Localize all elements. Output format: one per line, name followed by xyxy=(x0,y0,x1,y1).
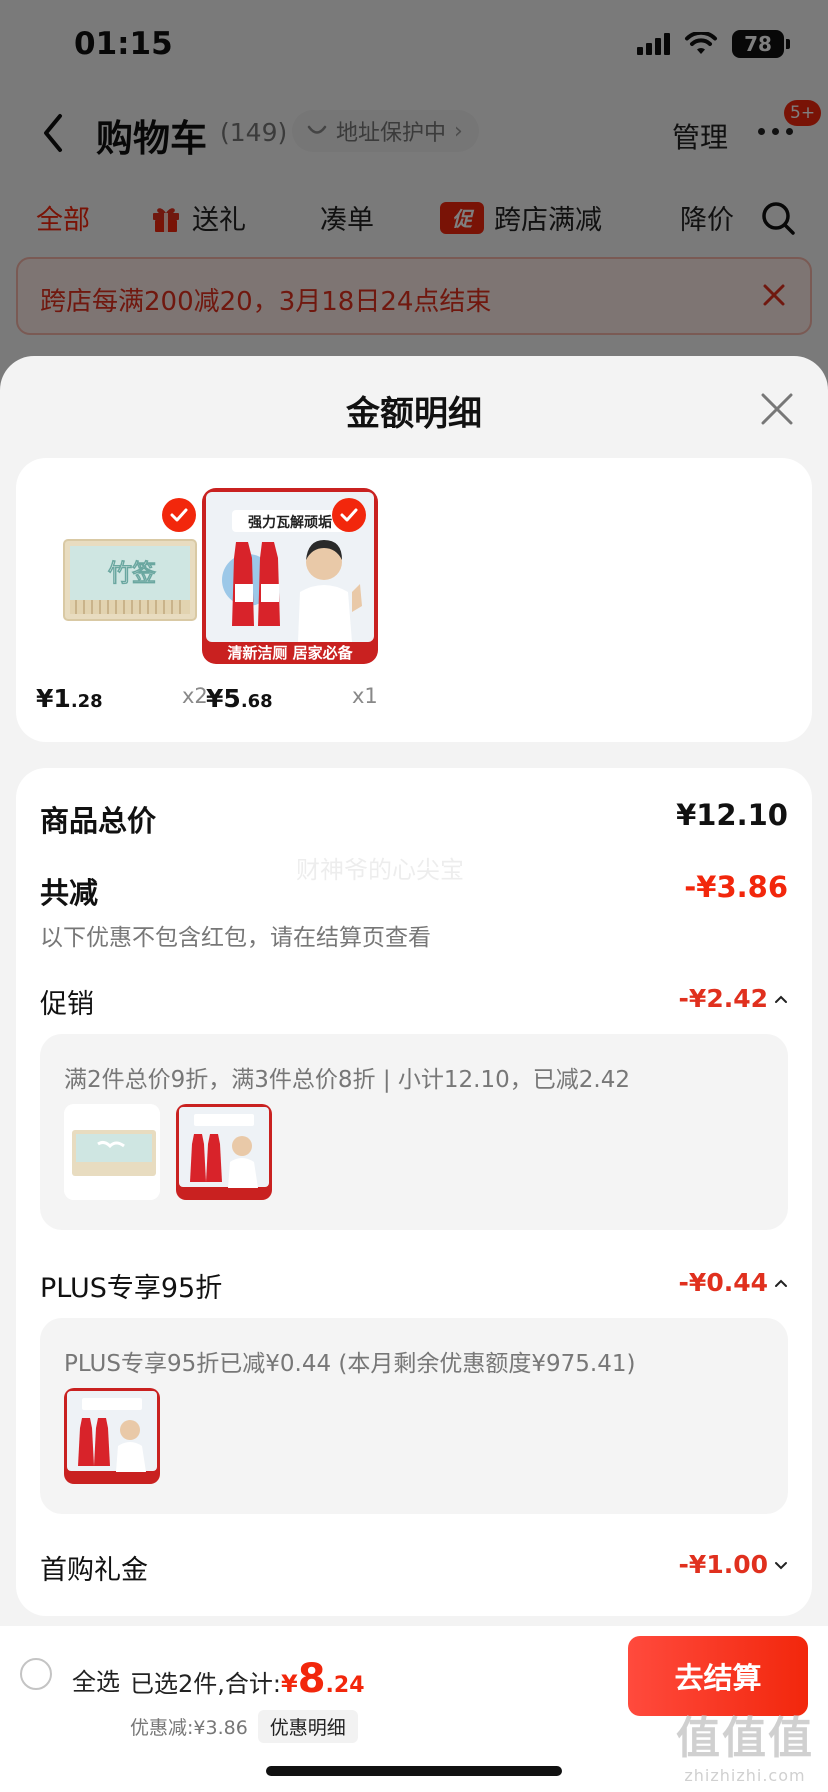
first-purchase-label: 首购礼金 xyxy=(40,1555,148,1586)
svg-text:强力瓦解顽垢: 强力瓦解顽垢 xyxy=(248,514,332,531)
discount-note: 以下优惠不包含红包，请在结算页查看 xyxy=(40,925,431,951)
sheet-title: 金额明细 xyxy=(346,394,482,434)
promotion-detail-text: 满2件总价9折，满3件总价8折 | 小计12.10，已减2.42 xyxy=(64,1067,630,1093)
discount-detail-button[interactable]: 优惠明细 xyxy=(257,1710,358,1743)
watermark-text: 财神爷的心尖宝 xyxy=(296,856,464,884)
corner-watermark: 值值值 zhizhizhi.com xyxy=(676,1713,814,1785)
discount-line: 优惠减:¥3.86 优惠明细 xyxy=(130,1710,358,1743)
subtotal-label: 商品总价 xyxy=(40,804,157,838)
plus-detail-text: PLUS专享95折已减¥0.44 (本月剩余优惠额度¥975.41) xyxy=(64,1351,636,1377)
selected-count-text: 已选2件,合计: xyxy=(130,1670,281,1698)
close-icon[interactable] xyxy=(760,392,794,426)
first-purchase-toggle[interactable]: -¥1.00 xyxy=(679,1550,788,1579)
chevron-up-icon xyxy=(775,995,787,1003)
promotion-value: -¥2.42 xyxy=(678,984,768,1013)
chevron-down-icon xyxy=(775,1561,787,1569)
plus-discount-label: PLUS专享95折 xyxy=(40,1273,223,1304)
plus-discount-value: -¥0.44 xyxy=(678,1268,768,1297)
total-discount-label: 共减 xyxy=(40,876,99,910)
discount-text: 优惠减:¥3.86 xyxy=(130,1717,248,1739)
select-all-radio[interactable] xyxy=(20,1658,52,1690)
svg-text:竹签: 竹签 xyxy=(107,559,157,587)
checkout-bar: 全选 已选2件,合计: ¥8.24 优惠减:¥3.86 优惠明细 去结算 值值值… xyxy=(0,1626,828,1792)
home-indicator[interactable] xyxy=(266,1766,562,1776)
product-quantity: x2 xyxy=(182,684,208,708)
select-all-label[interactable]: 全选 xyxy=(72,1662,120,1697)
promotion-toggle[interactable]: -¥2.42 xyxy=(679,984,788,1013)
plus-discount-toggle[interactable]: -¥0.44 xyxy=(679,1268,788,1297)
selected-check-icon[interactable] xyxy=(162,498,196,532)
promotion-label: 促销 xyxy=(40,989,94,1020)
selected-summary: 已选2件,合计: ¥8.24 xyxy=(130,1656,365,1702)
product-mini-thumbnail xyxy=(64,1104,160,1200)
product-price: ¥5.68 xyxy=(206,684,273,713)
amount-detail-sheet: 金额明细 竹签 ¥1.28 x2 强力瓦解顽垢 清新洁厕 居家必备 ¥5.68 … xyxy=(0,356,828,1626)
product-price: ¥1.28 xyxy=(36,684,103,713)
product-mini-thumbnail xyxy=(64,1388,160,1484)
price-breakdown-card: 财神爷的心尖宝 商品总价 ¥12.10 共减 -¥3.86 以下优惠不包含红包，… xyxy=(16,768,812,1616)
selected-products-card: 竹签 ¥1.28 x2 强力瓦解顽垢 清新洁厕 居家必备 ¥5.68 x1 xyxy=(16,458,812,742)
product-mini-thumbnail xyxy=(176,1104,272,1200)
total-price: ¥8.24 xyxy=(280,1656,365,1702)
chevron-up-icon xyxy=(775,1279,787,1287)
svg-text:清新洁厕 居家必备: 清新洁厕 居家必备 xyxy=(227,644,353,662)
product-quantity: x1 xyxy=(352,684,378,708)
subtotal-value: ¥12.10 xyxy=(676,798,788,832)
plus-detail-box: PLUS专享95折已减¥0.44 (本月剩余优惠额度¥975.41) xyxy=(40,1318,788,1514)
promotion-detail-box: 满2件总价9折，满3件总价8折 | 小计12.10，已减2.42 xyxy=(40,1034,788,1230)
selected-check-icon[interactable] xyxy=(332,498,366,532)
first-purchase-value: -¥1.00 xyxy=(678,1550,768,1579)
total-discount-value: -¥3.86 xyxy=(684,870,788,904)
